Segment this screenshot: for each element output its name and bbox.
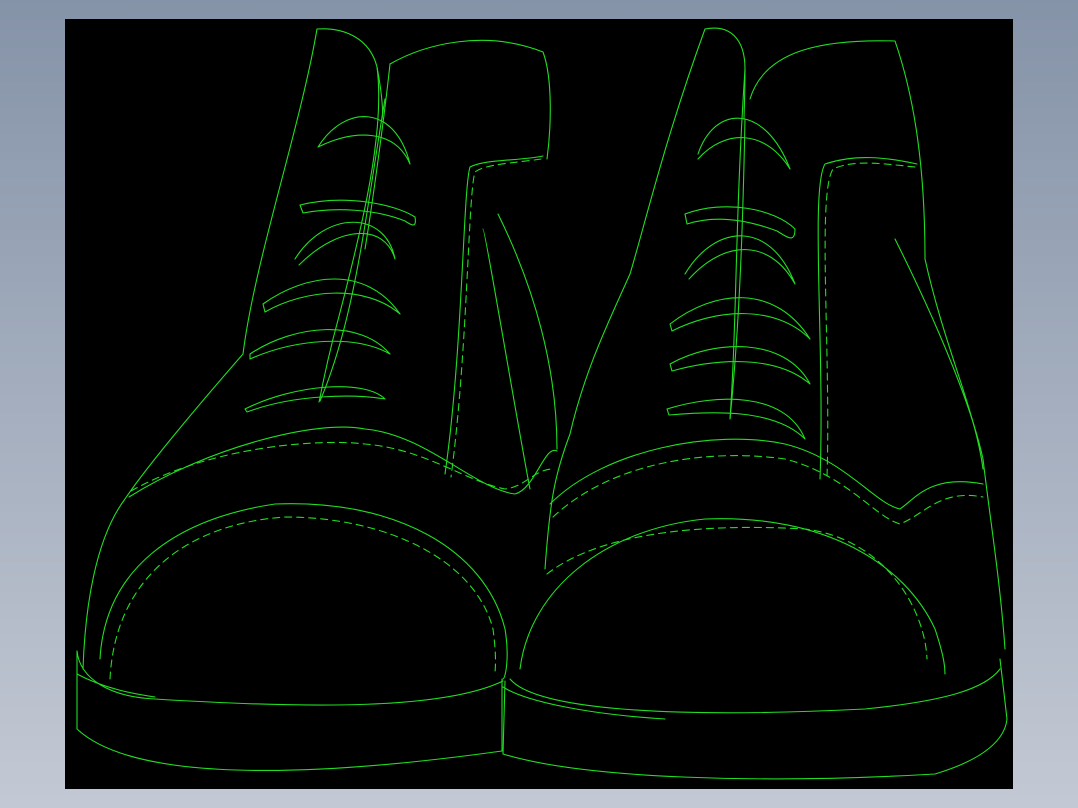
- right-boot-tongue-edge: [729, 68, 746, 420]
- right-boot-outer-right: [982, 458, 1006, 650]
- left-boot-lace-1: [317, 116, 411, 165]
- right-boot-vamp: [549, 438, 984, 510]
- left-boot-quarter: [444, 155, 544, 475]
- right-boot-cuff: [704, 27, 746, 120]
- right-boot-back-side: [924, 258, 984, 470]
- left-boot-back-collar: [389, 39, 551, 160]
- right-boot-quarter: [817, 157, 918, 480]
- right-boot-toecap-dash: [546, 526, 928, 660]
- left-boot-heel: [497, 213, 558, 450]
- right-boot-sole-inner: [502, 686, 666, 720]
- left-boot-lace-4: [262, 278, 401, 315]
- left-boot-toecap: [99, 503, 508, 680]
- boots-line-drawing: [76, 27, 1008, 780]
- right-boot-welt: [509, 668, 1001, 714]
- left-boot-lace-2: [299, 199, 416, 226]
- right-boot-quarter-dash: [824, 162, 916, 478]
- left-boot-vamp-dash: [130, 441, 554, 492]
- right-boot: [502, 27, 1008, 780]
- right-boot-lace-6: [666, 398, 806, 440]
- left-boot-lace-6: [244, 386, 386, 413]
- left-boot-quarter-dash: [450, 158, 542, 478]
- left-boot-lace-3: [294, 221, 396, 266]
- right-boot-lace-2: [684, 206, 796, 239]
- right-boot-vamp-dash: [552, 455, 984, 525]
- left-boot: [76, 28, 558, 772]
- right-boot-toecap: [519, 518, 946, 675]
- right-boot-sole: [502, 658, 1008, 780]
- left-boot-heel-curve: [482, 228, 531, 490]
- right-boot-lace-4: [669, 297, 811, 340]
- right-boot-heel-curve: [894, 238, 984, 460]
- left-boot-vamp: [128, 426, 558, 498]
- right-boot-back-collar: [749, 40, 926, 260]
- left-boot-cuff: [316, 28, 384, 120]
- left-boot-lace-5: [249, 329, 391, 360]
- left-boot-shaft-left-edge: [82, 28, 318, 670]
- left-boot-sole-top: [76, 650, 503, 772]
- cad-drawing-viewport[interactable]: [65, 19, 1013, 789]
- right-boot-lace-5: [669, 346, 811, 385]
- left-boot-welt: [76, 650, 504, 706]
- left-boot-collar-inner: [364, 63, 391, 250]
- left-boot-sole-edge: [76, 673, 156, 698]
